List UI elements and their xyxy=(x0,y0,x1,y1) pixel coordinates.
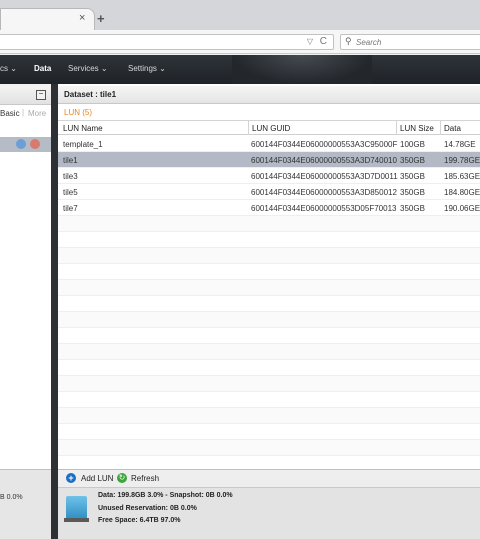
lun-size-cell: 350GB xyxy=(400,204,425,213)
empty-table-row xyxy=(58,296,480,312)
lun-guid-cell: 600144F0344E06000000553A3D850012 xyxy=(251,188,397,197)
link-separator: | xyxy=(22,108,25,117)
add-icon[interactable]: + xyxy=(66,473,76,483)
breadcrumb: Dataset : tile1 xyxy=(64,90,117,99)
empty-table-row xyxy=(58,392,480,408)
panel-splitter[interactable] xyxy=(51,84,58,539)
lun-data-cell: 14.78GE xyxy=(444,140,476,149)
search-icon: ⚲ xyxy=(345,36,352,46)
dataset-status-icon xyxy=(16,139,26,149)
column-header-data[interactable]: Data xyxy=(444,124,461,133)
empty-table-row xyxy=(58,440,480,456)
table-row[interactable]: template_1 600144F0344E06000000553A3C9500… xyxy=(58,136,480,152)
lun-name-cell: tile5 xyxy=(63,188,78,197)
table-row[interactable]: tile5 600144F0344E06000000553A3D850012 350… xyxy=(58,184,480,200)
empty-table-row xyxy=(58,216,480,232)
empty-table-row xyxy=(58,376,480,392)
more-view-link[interactable]: More xyxy=(28,109,46,118)
lun-name-cell: tile3 xyxy=(63,172,78,181)
browser-toolbar: ▽ C ⚲ Search xyxy=(0,30,480,54)
lun-guid-cell: 600144F0344E06000000553A3D7D0011 xyxy=(251,172,398,181)
empty-table-row xyxy=(58,312,480,328)
basic-view-link[interactable]: Basic xyxy=(0,109,20,118)
empty-table-row xyxy=(58,328,480,344)
column-header-lun-guid[interactable]: LUN GUID xyxy=(252,124,290,133)
empty-table-row xyxy=(58,424,480,440)
new-tab-icon[interactable]: + xyxy=(97,11,105,26)
lun-guid-cell: 600144F0344E06000000553D05F70013 xyxy=(251,204,397,213)
empty-table-row xyxy=(58,280,480,296)
empty-table-row xyxy=(58,248,480,264)
lun-name-cell: tile1 xyxy=(63,156,78,165)
lun-name-cell: template_1 xyxy=(63,140,103,149)
refresh-button[interactable]: Refresh xyxy=(131,474,159,483)
lun-size-cell: 350GB xyxy=(400,172,425,181)
url-input[interactable]: ▽ C xyxy=(0,34,334,50)
add-lun-button[interactable]: Add LUN xyxy=(81,474,113,483)
breadcrumb-bar xyxy=(58,86,480,104)
column-divider[interactable] xyxy=(440,121,441,135)
lun-data-cell: 184.80GE xyxy=(444,188,480,197)
nav-item-analytics[interactable]: cs ⌄ xyxy=(0,64,17,73)
column-divider[interactable] xyxy=(248,121,249,135)
table-row[interactable]: tile3 600144F0344E06000000553A3D7D0011 350… xyxy=(58,168,480,184)
search-input[interactable]: ⚲ Search xyxy=(340,34,480,50)
lun-name-cell: tile7 xyxy=(63,204,78,213)
empty-table-row xyxy=(58,264,480,280)
lun-data-cell: 185.63GE xyxy=(444,172,480,181)
nav-item-services[interactable]: Services ⌄ xyxy=(68,64,108,73)
empty-table-row xyxy=(58,232,480,248)
reload-icon[interactable]: C xyxy=(320,36,327,47)
lun-size-cell: 350GB xyxy=(400,156,425,165)
empty-table-row xyxy=(58,360,480,376)
column-header-lun-size[interactable]: LUN Size xyxy=(400,124,434,133)
refresh-icon[interactable]: ↻ xyxy=(117,473,127,483)
header-glow-decoration xyxy=(232,55,372,84)
disk-icon-base xyxy=(64,518,89,522)
lun-size-cell: 100GB xyxy=(400,140,425,149)
tab-close-icon[interactable]: × xyxy=(79,12,85,24)
lun-guid-cell: 600144F0344E06000000553A3C95000F xyxy=(251,140,398,149)
search-placeholder: Search xyxy=(356,38,382,47)
empty-table-row xyxy=(58,408,480,424)
url-history-dropdown-icon[interactable]: ▽ xyxy=(307,37,313,46)
status-free-space: Free Space: 6.4TB 97.0% xyxy=(98,517,181,524)
nav-item-data[interactable]: Data xyxy=(34,64,51,73)
column-header-lun-name[interactable]: LUN Name xyxy=(63,124,103,133)
table-row[interactable]: tile7 600144F0344E06000000553D05F70013 350… xyxy=(58,200,480,216)
lun-count-label[interactable]: LUN (5) xyxy=(64,108,92,117)
lun-data-cell: 190.06GE xyxy=(444,204,480,213)
empty-table-row xyxy=(58,344,480,360)
dataset-alert-icon xyxy=(30,139,40,149)
collapse-panel-button[interactable]: − xyxy=(36,90,46,100)
lun-data-cell: 199.78GE xyxy=(444,156,480,165)
nav-item-settings[interactable]: Settings ⌄ xyxy=(128,64,166,73)
lun-size-cell: 350GB xyxy=(400,188,425,197)
status-data-usage: Data: 199.8GB 3.0% - Snapshot: 0B 0.0% xyxy=(98,492,233,499)
column-divider[interactable] xyxy=(396,121,397,135)
left-panel-footer xyxy=(0,469,51,539)
lun-guid-cell: 600144F0344E06000000553A3D740010 xyxy=(251,156,397,165)
status-unused-reservation: Unused Reservation: 0B 0.0% xyxy=(98,505,197,512)
left-panel-footer-text: B 0.0% xyxy=(0,494,23,501)
table-row[interactable]: tile1 600144F0344E06000000553A3D740010 350… xyxy=(58,152,480,168)
